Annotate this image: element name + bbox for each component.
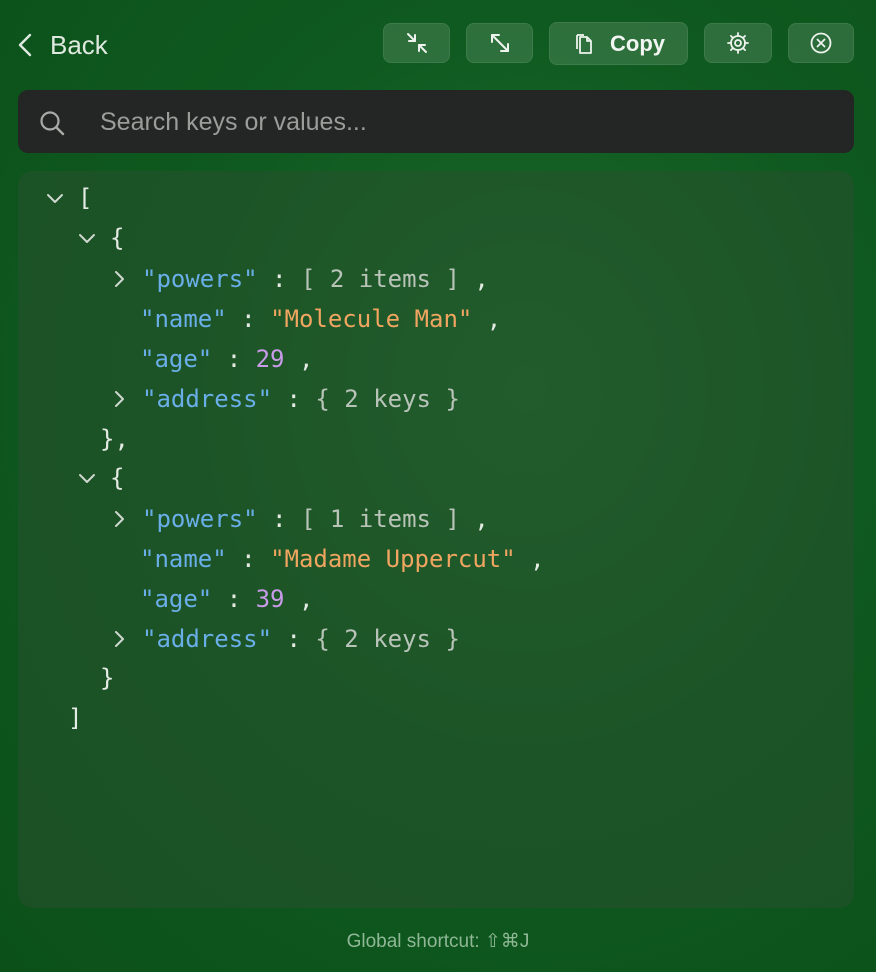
tree-row-address: "address" : { 2 keys } [108, 379, 460, 419]
comma: , [472, 305, 502, 333]
colon: : [272, 385, 316, 413]
json-key: "powers" [142, 265, 258, 293]
number-value: 39 [255, 585, 285, 613]
collapse-icon [406, 33, 427, 53]
open-brace: { [110, 224, 125, 252]
chevron-down-icon[interactable] [76, 227, 98, 249]
comma: , [459, 265, 489, 293]
array-summary[interactable]: [ 2 items ] [301, 259, 460, 299]
colon: : [272, 625, 316, 653]
open-brace: { [110, 464, 125, 492]
chevron-down-icon[interactable] [44, 187, 66, 209]
root-array-row: [ [44, 178, 92, 218]
close-bracket: ] [68, 704, 83, 732]
tree-row-powers: "powers" : [ 2 items ] , [108, 259, 489, 299]
object-summary[interactable]: { 2 keys } [315, 619, 460, 659]
close-icon [810, 32, 832, 54]
root-close-row: ] [68, 698, 82, 738]
comma: , [284, 585, 314, 613]
expand-icon [490, 34, 509, 52]
object-summary[interactable]: { 2 keys } [315, 379, 460, 419]
colon: : [257, 505, 301, 533]
close-brace: }, [100, 425, 129, 453]
close-brace: } [100, 664, 115, 692]
chevron-right-icon[interactable] [108, 628, 130, 650]
chevron-right-icon[interactable] [108, 268, 130, 290]
colon: : [212, 585, 256, 613]
string-value: "Madame Uppercut" [270, 545, 516, 573]
copy-button[interactable]: Copy [549, 22, 688, 65]
copy-label: Copy [610, 30, 665, 56]
comma: , [515, 545, 545, 573]
colon: : [212, 345, 256, 373]
json-key: "age" [140, 585, 213, 613]
object-close-row: }, [100, 419, 129, 459]
comma: , [459, 505, 489, 533]
object-close-row: } [100, 658, 114, 698]
array-summary[interactable]: [ 1 items ] [301, 499, 460, 539]
json-key: "name" [140, 305, 227, 333]
chevron-down-icon[interactable] [76, 467, 98, 489]
json-key: "address" [142, 385, 273, 413]
json-key: "address" [142, 625, 273, 653]
json-key: "powers" [142, 505, 258, 533]
colon: : [226, 545, 271, 573]
search-bar [18, 90, 854, 155]
back-button[interactable]: Back [16, 26, 108, 64]
tree-row-age: "age" : 29 , [140, 339, 313, 379]
colon: : [226, 305, 271, 333]
search-icon [40, 111, 65, 136]
object-row: { [76, 218, 124, 258]
open-bracket: [ [78, 184, 93, 212]
expand-all-button[interactable] [466, 23, 533, 63]
toolbar: Back Copy [0, 0, 876, 90]
tree-row-age: "age" : 39 , [140, 579, 313, 619]
search-input[interactable] [98, 90, 832, 155]
colon: : [257, 265, 301, 293]
tree-row-address: "address" : { 2 keys } [108, 619, 460, 659]
back-label: Back [50, 29, 108, 60]
gear-icon [727, 32, 749, 54]
tree-row-name: "name" : "Molecule Man" , [140, 299, 501, 339]
chevron-right-icon[interactable] [108, 508, 130, 530]
settings-button[interactable] [704, 23, 772, 63]
chevron-left-icon [18, 33, 32, 57]
comma: , [284, 345, 314, 373]
global-shortcut-hint: Global shortcut: ⇧⌘J [346, 931, 530, 952]
copy-icon [576, 33, 592, 54]
json-key: "age" [140, 345, 213, 373]
object-row: { [76, 458, 124, 498]
string-value: "Molecule Man" [270, 305, 473, 333]
tree-row-name: "name" : "Madame Uppercut" , [140, 539, 545, 579]
number-value: 29 [255, 345, 285, 373]
chevron-right-icon[interactable] [108, 388, 130, 410]
close-button[interactable] [788, 23, 854, 63]
json-key: "name" [140, 545, 227, 573]
collapse-all-button[interactable] [383, 23, 450, 63]
tree-row-powers: "powers" : [ 1 items ] , [108, 499, 489, 539]
